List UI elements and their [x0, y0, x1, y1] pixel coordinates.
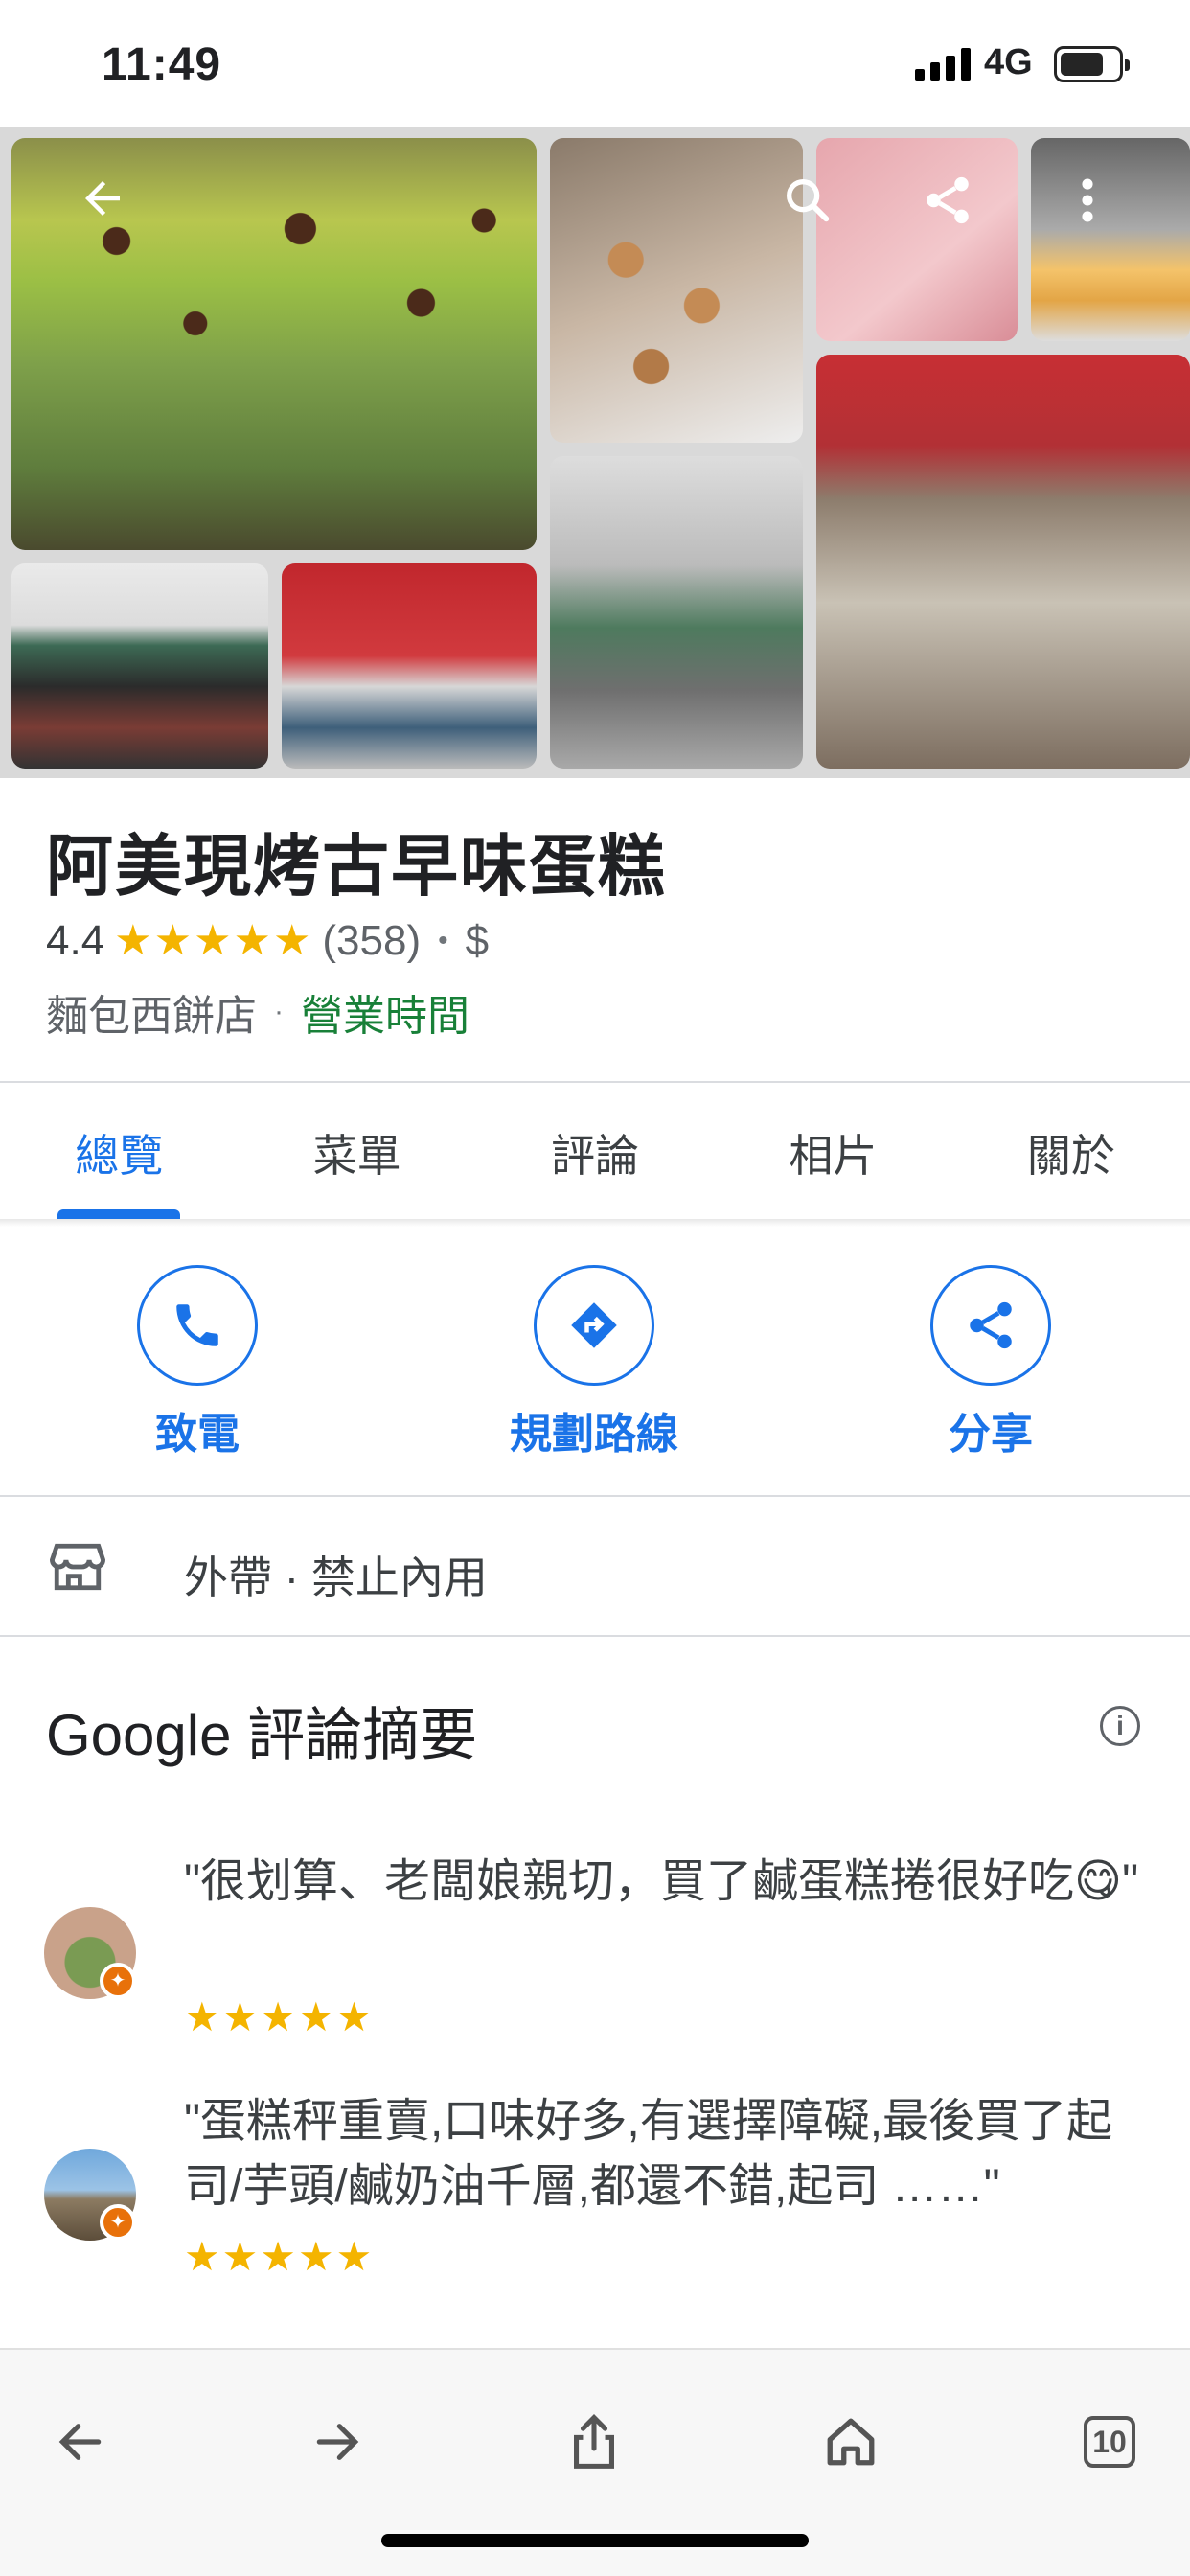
directions-icon: [534, 1265, 654, 1386]
photo-street[interactable]: [11, 564, 268, 769]
status-bar: 11:49 4G: [0, 0, 1190, 126]
directions-button[interactable]: 規劃路線: [479, 1265, 709, 1460]
photo-pastries[interactable]: [550, 138, 803, 443]
directions-label: 規劃路線: [510, 1411, 678, 1458]
tabs-button[interactable]: 10: [1071, 2404, 1148, 2480]
local-guide-badge: ✦: [100, 2204, 136, 2241]
service-options-text: 外帶 · 禁止內用: [184, 1552, 488, 1602]
info-icon[interactable]: i: [1100, 1706, 1140, 1746]
review-text: "蛋糕秤重賣,口味好多,有選擇障礙,最後買了起司/芋頭/鹹奶油千層,都還不錯,起…: [184, 2096, 1113, 2212]
tab-menu[interactable]: 菜單: [238, 1083, 475, 1219]
photo-storefront-interior[interactable]: [816, 355, 1190, 769]
status-time: 11:49: [102, 39, 222, 90]
review-count: (358): [322, 916, 422, 964]
divider: [0, 1635, 1190, 1637]
network-label: 4G: [984, 42, 1033, 82]
more-vert-icon[interactable]: [1073, 172, 1102, 240]
photo-collage[interactable]: [0, 126, 1190, 778]
call-label: 致電: [155, 1411, 240, 1458]
share-icon: [930, 1265, 1051, 1386]
store-icon: [49, 1541, 106, 1593]
share-button[interactable]: 分享: [876, 1265, 1106, 1460]
review-summary-title: Google 評論摘要: [46, 1703, 478, 1767]
forward-arrow-icon[interactable]: [299, 2404, 376, 2480]
tab-bar: 總覽 菜單 評論 相片 關於: [0, 1083, 1190, 1219]
service-options-row[interactable]: 外帶 · 禁止內用: [0, 1499, 1190, 1635]
back-icon[interactable]: [77, 172, 128, 236]
review-stars: ★★★★★: [184, 2234, 375, 2279]
signal-icon: [915, 48, 971, 80]
search-icon[interactable]: [780, 172, 835, 240]
tab-overview[interactable]: 總覽: [0, 1083, 238, 1219]
home-icon[interactable]: [812, 2404, 889, 2480]
share-icon[interactable]: [920, 172, 975, 240]
battery-icon: [1054, 46, 1130, 82]
tab-count: 10: [1084, 2416, 1135, 2468]
share-label: 分享: [949, 1411, 1033, 1458]
review-text: "很划算、老闆娘親切，買了鹹蛋糕捲很好吃😋": [184, 1856, 1139, 1907]
tab-reviews[interactable]: 評論: [476, 1083, 714, 1219]
active-tab-indicator: [57, 1209, 180, 1219]
photo-box[interactable]: [816, 138, 1018, 341]
price-level: $: [465, 916, 490, 964]
rating-stars: ★★★★★: [114, 917, 313, 964]
local-guide-badge: ✦: [100, 1963, 136, 1999]
rating-value: 4.4: [46, 916, 105, 964]
back-arrow-icon[interactable]: [42, 2404, 119, 2480]
photo-street-view[interactable]: [550, 456, 803, 769]
tab-photos[interactable]: 相片: [714, 1083, 951, 1219]
home-indicator: [381, 2534, 809, 2547]
tab-about[interactable]: 關於: [952, 1083, 1190, 1219]
place-category: 麵包西餅店: [46, 993, 257, 1040]
hours-link[interactable]: 營業時間: [301, 981, 469, 1043]
category-line: 麵包西餅店 · 營業時間: [46, 981, 469, 1043]
place-name: 阿美現烤古早味蛋糕: [46, 829, 667, 904]
photo-display[interactable]: [1031, 138, 1190, 341]
phone-icon: [137, 1265, 258, 1386]
divider: [0, 1495, 1190, 1497]
photo-sign[interactable]: [282, 564, 537, 769]
share-sheet-icon[interactable]: [556, 2404, 632, 2480]
review-stars: ★★★★★: [184, 1994, 375, 2039]
rating-line[interactable]: 4.4 ★★★★★ (358) • $: [46, 916, 489, 965]
call-button[interactable]: 致電: [82, 1265, 312, 1460]
